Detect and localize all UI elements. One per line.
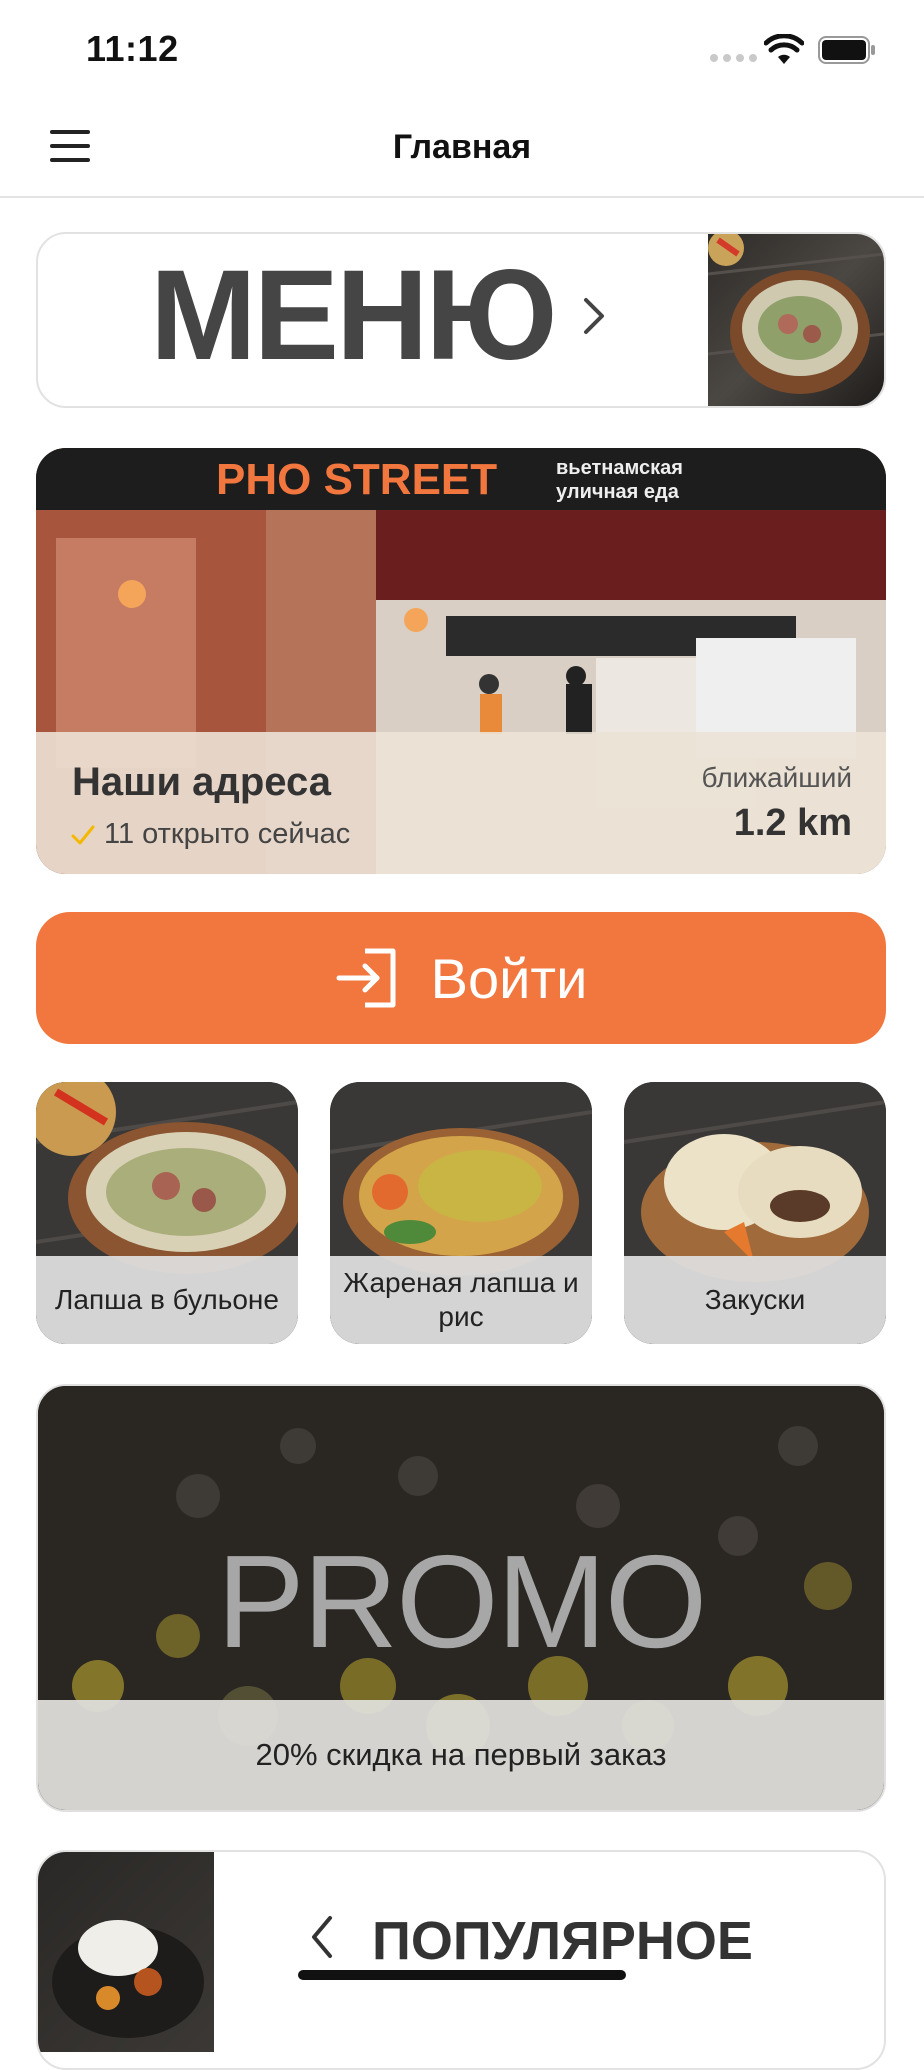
login-button-label: Войти <box>430 946 588 1010</box>
category-label: Закуски <box>624 1256 886 1344</box>
addresses-title: Наши адреса <box>72 760 331 804</box>
login-button[interactable]: Войти <box>36 912 886 1044</box>
chevron-right-icon <box>584 298 604 334</box>
category-label: Лапша в бульоне <box>36 1256 298 1344</box>
category-snacks[interactable]: Закуски <box>624 1082 886 1344</box>
popular-card[interactable]: ПОПУЛЯРНОЕ <box>36 1850 886 2070</box>
nav-bar: Главная <box>0 100 924 198</box>
addresses-info-panel: Наши адреса 11 открыто сейчас ближайший … <box>36 732 886 874</box>
cellular-signal-icon <box>710 54 757 62</box>
nearest-distance: 1.2 km <box>733 802 852 844</box>
open-now-status: 11 открыто сейчас <box>70 818 350 851</box>
status-bar: 11:12 <box>0 0 924 100</box>
popular-dish-photo <box>38 1852 214 2052</box>
category-label: Жареная лапша и рис <box>330 1256 592 1344</box>
category-fried-noodles-rice[interactable]: Жареная лапша и рис <box>330 1082 592 1344</box>
promo-title: PROMO <box>216 1528 708 1675</box>
sign-brand-text: PHO STREET <box>216 455 497 504</box>
checkmark-icon <box>71 825 95 844</box>
pho-bowl-photo <box>708 234 884 406</box>
home-indicator[interactable] <box>298 1970 626 1980</box>
nearest-label: ближайший <box>701 762 852 793</box>
status-time: 11:12 <box>86 28 179 69</box>
sign-tagline-line-1: вьетнамская <box>556 457 683 479</box>
battery-icon <box>818 36 875 64</box>
promo-caption: 20% скидка на первый заказ <box>38 1700 884 1810</box>
login-icon <box>336 948 396 1008</box>
chevron-left-icon <box>312 1916 332 1958</box>
addresses-card[interactable]: PHO STREET вьетнамская уличная еда Наши … <box>36 448 886 874</box>
sign-tagline-line-2: уличная еда <box>556 481 680 503</box>
menu-card[interactable]: МЕНЮ <box>36 232 886 408</box>
category-noodle-soup[interactable]: Лапша в бульоне <box>36 1082 298 1344</box>
menu-card-label: МЕНЮ <box>150 244 557 387</box>
promo-card[interactable]: PROMO 20% скидка на первый заказ <box>36 1384 886 1812</box>
popular-label: ПОПУЛЯРНОЕ <box>372 1911 753 1971</box>
wifi-icon <box>764 34 804 64</box>
page-title: Главная <box>392 128 532 166</box>
open-now-text: 11 открыто сейчас <box>104 818 351 850</box>
